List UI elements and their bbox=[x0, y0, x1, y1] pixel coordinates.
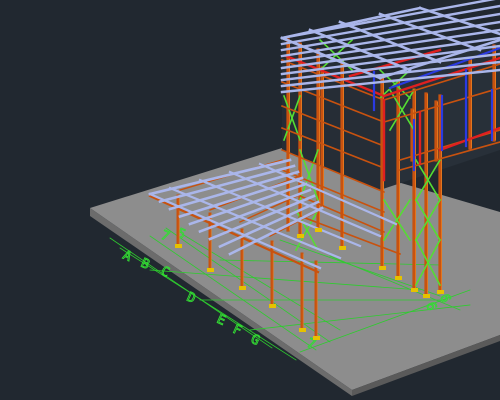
base-plate bbox=[379, 266, 386, 270]
grid-label-f: F bbox=[230, 322, 243, 339]
base-plate bbox=[269, 304, 276, 308]
base-plate bbox=[395, 276, 402, 280]
grid-label-d: D bbox=[184, 290, 197, 307]
base-plate bbox=[239, 286, 246, 290]
base-plate bbox=[313, 336, 320, 340]
base-plate bbox=[207, 268, 214, 272]
grid-label-e: E bbox=[214, 312, 227, 329]
grid-label-a: A bbox=[120, 248, 133, 265]
cad-3d-viewport[interactable]: A B C D E F G 7 7 6 6 5 bbox=[0, 0, 500, 400]
base-plate bbox=[411, 288, 418, 292]
base-plate bbox=[299, 328, 306, 332]
base-plate bbox=[175, 244, 182, 248]
base-plate bbox=[297, 234, 304, 238]
grid-label-g: G bbox=[248, 332, 261, 349]
base-plate bbox=[437, 290, 444, 294]
steel-structure-model[interactable]: A B C D E F G 7 7 6 6 5 bbox=[0, 0, 500, 400]
base-plate bbox=[315, 228, 322, 232]
base-plate bbox=[423, 294, 430, 298]
base-plate bbox=[339, 246, 346, 250]
